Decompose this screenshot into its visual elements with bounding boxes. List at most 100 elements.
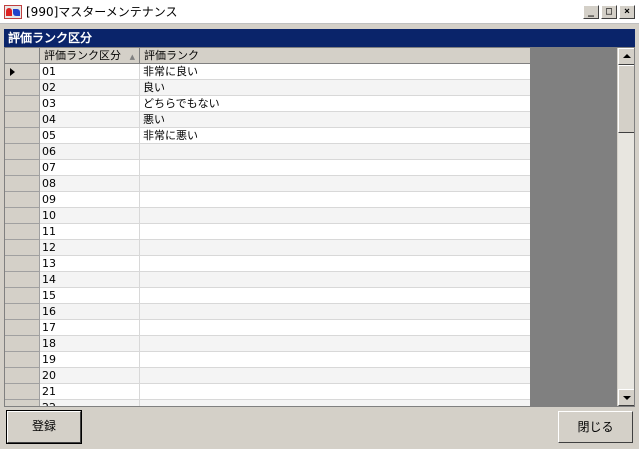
- row-header[interactable]: [5, 336, 40, 352]
- row-header[interactable]: [5, 160, 40, 176]
- cell-rank-code[interactable]: 17: [40, 320, 140, 336]
- cell-rank-name[interactable]: [140, 256, 530, 272]
- cell-rank-code[interactable]: 04: [40, 112, 140, 128]
- table-row[interactable]: 09: [5, 192, 530, 208]
- cell-rank-name[interactable]: [140, 368, 530, 384]
- row-header[interactable]: [5, 288, 40, 304]
- cell-rank-name[interactable]: [140, 400, 530, 406]
- row-header[interactable]: [5, 272, 40, 288]
- table-row[interactable]: 08: [5, 176, 530, 192]
- cell-rank-code[interactable]: 03: [40, 96, 140, 112]
- cell-rank-code[interactable]: 13: [40, 256, 140, 272]
- cell-rank-name[interactable]: [140, 304, 530, 320]
- row-header[interactable]: [5, 144, 40, 160]
- row-header[interactable]: [5, 352, 40, 368]
- scroll-up-button[interactable]: [618, 48, 634, 65]
- table-row[interactable]: 01 非常に良い: [5, 64, 530, 80]
- cell-rank-name[interactable]: [140, 384, 530, 400]
- table-row[interactable]: 22: [5, 400, 530, 406]
- column-header-rank-name[interactable]: 評価ランク: [140, 48, 530, 64]
- table-row[interactable]: 15: [5, 288, 530, 304]
- cell-rank-name[interactable]: 非常に悪い: [140, 128, 530, 144]
- cell-rank-code[interactable]: 09: [40, 192, 140, 208]
- row-header[interactable]: [5, 320, 40, 336]
- table-row[interactable]: 04 悪い: [5, 112, 530, 128]
- cell-rank-code[interactable]: 01: [40, 64, 140, 80]
- cell-rank-code[interactable]: 10: [40, 208, 140, 224]
- table-row[interactable]: 16: [5, 304, 530, 320]
- column-header-rank-code[interactable]: 評価ランク区分 ▲: [40, 48, 140, 64]
- table-row[interactable]: 17: [5, 320, 530, 336]
- table-row[interactable]: 03 どちらでもない: [5, 96, 530, 112]
- cell-rank-name[interactable]: [140, 336, 530, 352]
- cell-rank-name[interactable]: [140, 160, 530, 176]
- row-header[interactable]: [5, 400, 40, 406]
- row-header[interactable]: [5, 80, 40, 96]
- cell-rank-code[interactable]: 02: [40, 80, 140, 96]
- cell-rank-code[interactable]: 15: [40, 288, 140, 304]
- cell-rank-code[interactable]: 16: [40, 304, 140, 320]
- cell-rank-name[interactable]: どちらでもない: [140, 96, 530, 112]
- table-row[interactable]: 13: [5, 256, 530, 272]
- cell-rank-code[interactable]: 21: [40, 384, 140, 400]
- maximize-button[interactable]: □: [601, 4, 617, 19]
- cell-rank-code[interactable]: 06: [40, 144, 140, 160]
- row-header[interactable]: [5, 368, 40, 384]
- cell-rank-code[interactable]: 22: [40, 400, 140, 406]
- row-header[interactable]: [5, 304, 40, 320]
- row-header[interactable]: [5, 192, 40, 208]
- close-window-button[interactable]: ×: [619, 4, 635, 19]
- row-header[interactable]: [5, 64, 40, 80]
- cell-rank-code[interactable]: 07: [40, 160, 140, 176]
- cell-rank-name[interactable]: [140, 208, 530, 224]
- table-row[interactable]: 07: [5, 160, 530, 176]
- row-header[interactable]: [5, 240, 40, 256]
- cell-rank-name[interactable]: [140, 224, 530, 240]
- cell-rank-name[interactable]: [140, 144, 530, 160]
- cell-rank-code[interactable]: 18: [40, 336, 140, 352]
- cell-rank-name[interactable]: [140, 192, 530, 208]
- scrollbar-thumb[interactable]: [618, 65, 634, 133]
- row-header[interactable]: [5, 256, 40, 272]
- row-header[interactable]: [5, 96, 40, 112]
- register-button[interactable]: 登録: [6, 410, 82, 444]
- cell-rank-code[interactable]: 11: [40, 224, 140, 240]
- scroll-down-button[interactable]: [618, 389, 634, 406]
- table-row[interactable]: 12: [5, 240, 530, 256]
- table-row[interactable]: 05 非常に悪い: [5, 128, 530, 144]
- data-grid[interactable]: 評価ランク区分 ▲ 評価ランク 01 非常に良い 02 良い 03 どちらでもない 04 悪い…: [4, 47, 635, 407]
- table-row[interactable]: 10: [5, 208, 530, 224]
- cell-rank-name[interactable]: [140, 320, 530, 336]
- cell-rank-name[interactable]: [140, 240, 530, 256]
- minimize-button[interactable]: _: [583, 4, 599, 19]
- row-header[interactable]: [5, 112, 40, 128]
- table-row[interactable]: 20: [5, 368, 530, 384]
- cell-rank-code[interactable]: 05: [40, 128, 140, 144]
- row-header[interactable]: [5, 176, 40, 192]
- cell-rank-name[interactable]: [140, 176, 530, 192]
- row-header[interactable]: [5, 384, 40, 400]
- table-row[interactable]: 18: [5, 336, 530, 352]
- table-row[interactable]: 21: [5, 384, 530, 400]
- row-header[interactable]: [5, 208, 40, 224]
- table-row[interactable]: 19: [5, 352, 530, 368]
- cell-rank-code[interactable]: 12: [40, 240, 140, 256]
- vertical-scrollbar[interactable]: [617, 48, 634, 406]
- row-header[interactable]: [5, 224, 40, 240]
- table-row[interactable]: 14: [5, 272, 530, 288]
- cell-rank-code[interactable]: 14: [40, 272, 140, 288]
- close-button[interactable]: 閉じる: [558, 411, 633, 443]
- cell-rank-code[interactable]: 20: [40, 368, 140, 384]
- cell-rank-name[interactable]: [140, 352, 530, 368]
- cell-rank-name[interactable]: 悪い: [140, 112, 530, 128]
- cell-rank-name[interactable]: 非常に良い: [140, 64, 530, 80]
- cell-rank-code[interactable]: 08: [40, 176, 140, 192]
- table-row[interactable]: 02 良い: [5, 80, 530, 96]
- table-row[interactable]: 06: [5, 144, 530, 160]
- cell-rank-name[interactable]: 良い: [140, 80, 530, 96]
- row-header[interactable]: [5, 128, 40, 144]
- table-row[interactable]: 11: [5, 224, 530, 240]
- cell-rank-name[interactable]: [140, 272, 530, 288]
- cell-rank-code[interactable]: 19: [40, 352, 140, 368]
- cell-rank-name[interactable]: [140, 288, 530, 304]
